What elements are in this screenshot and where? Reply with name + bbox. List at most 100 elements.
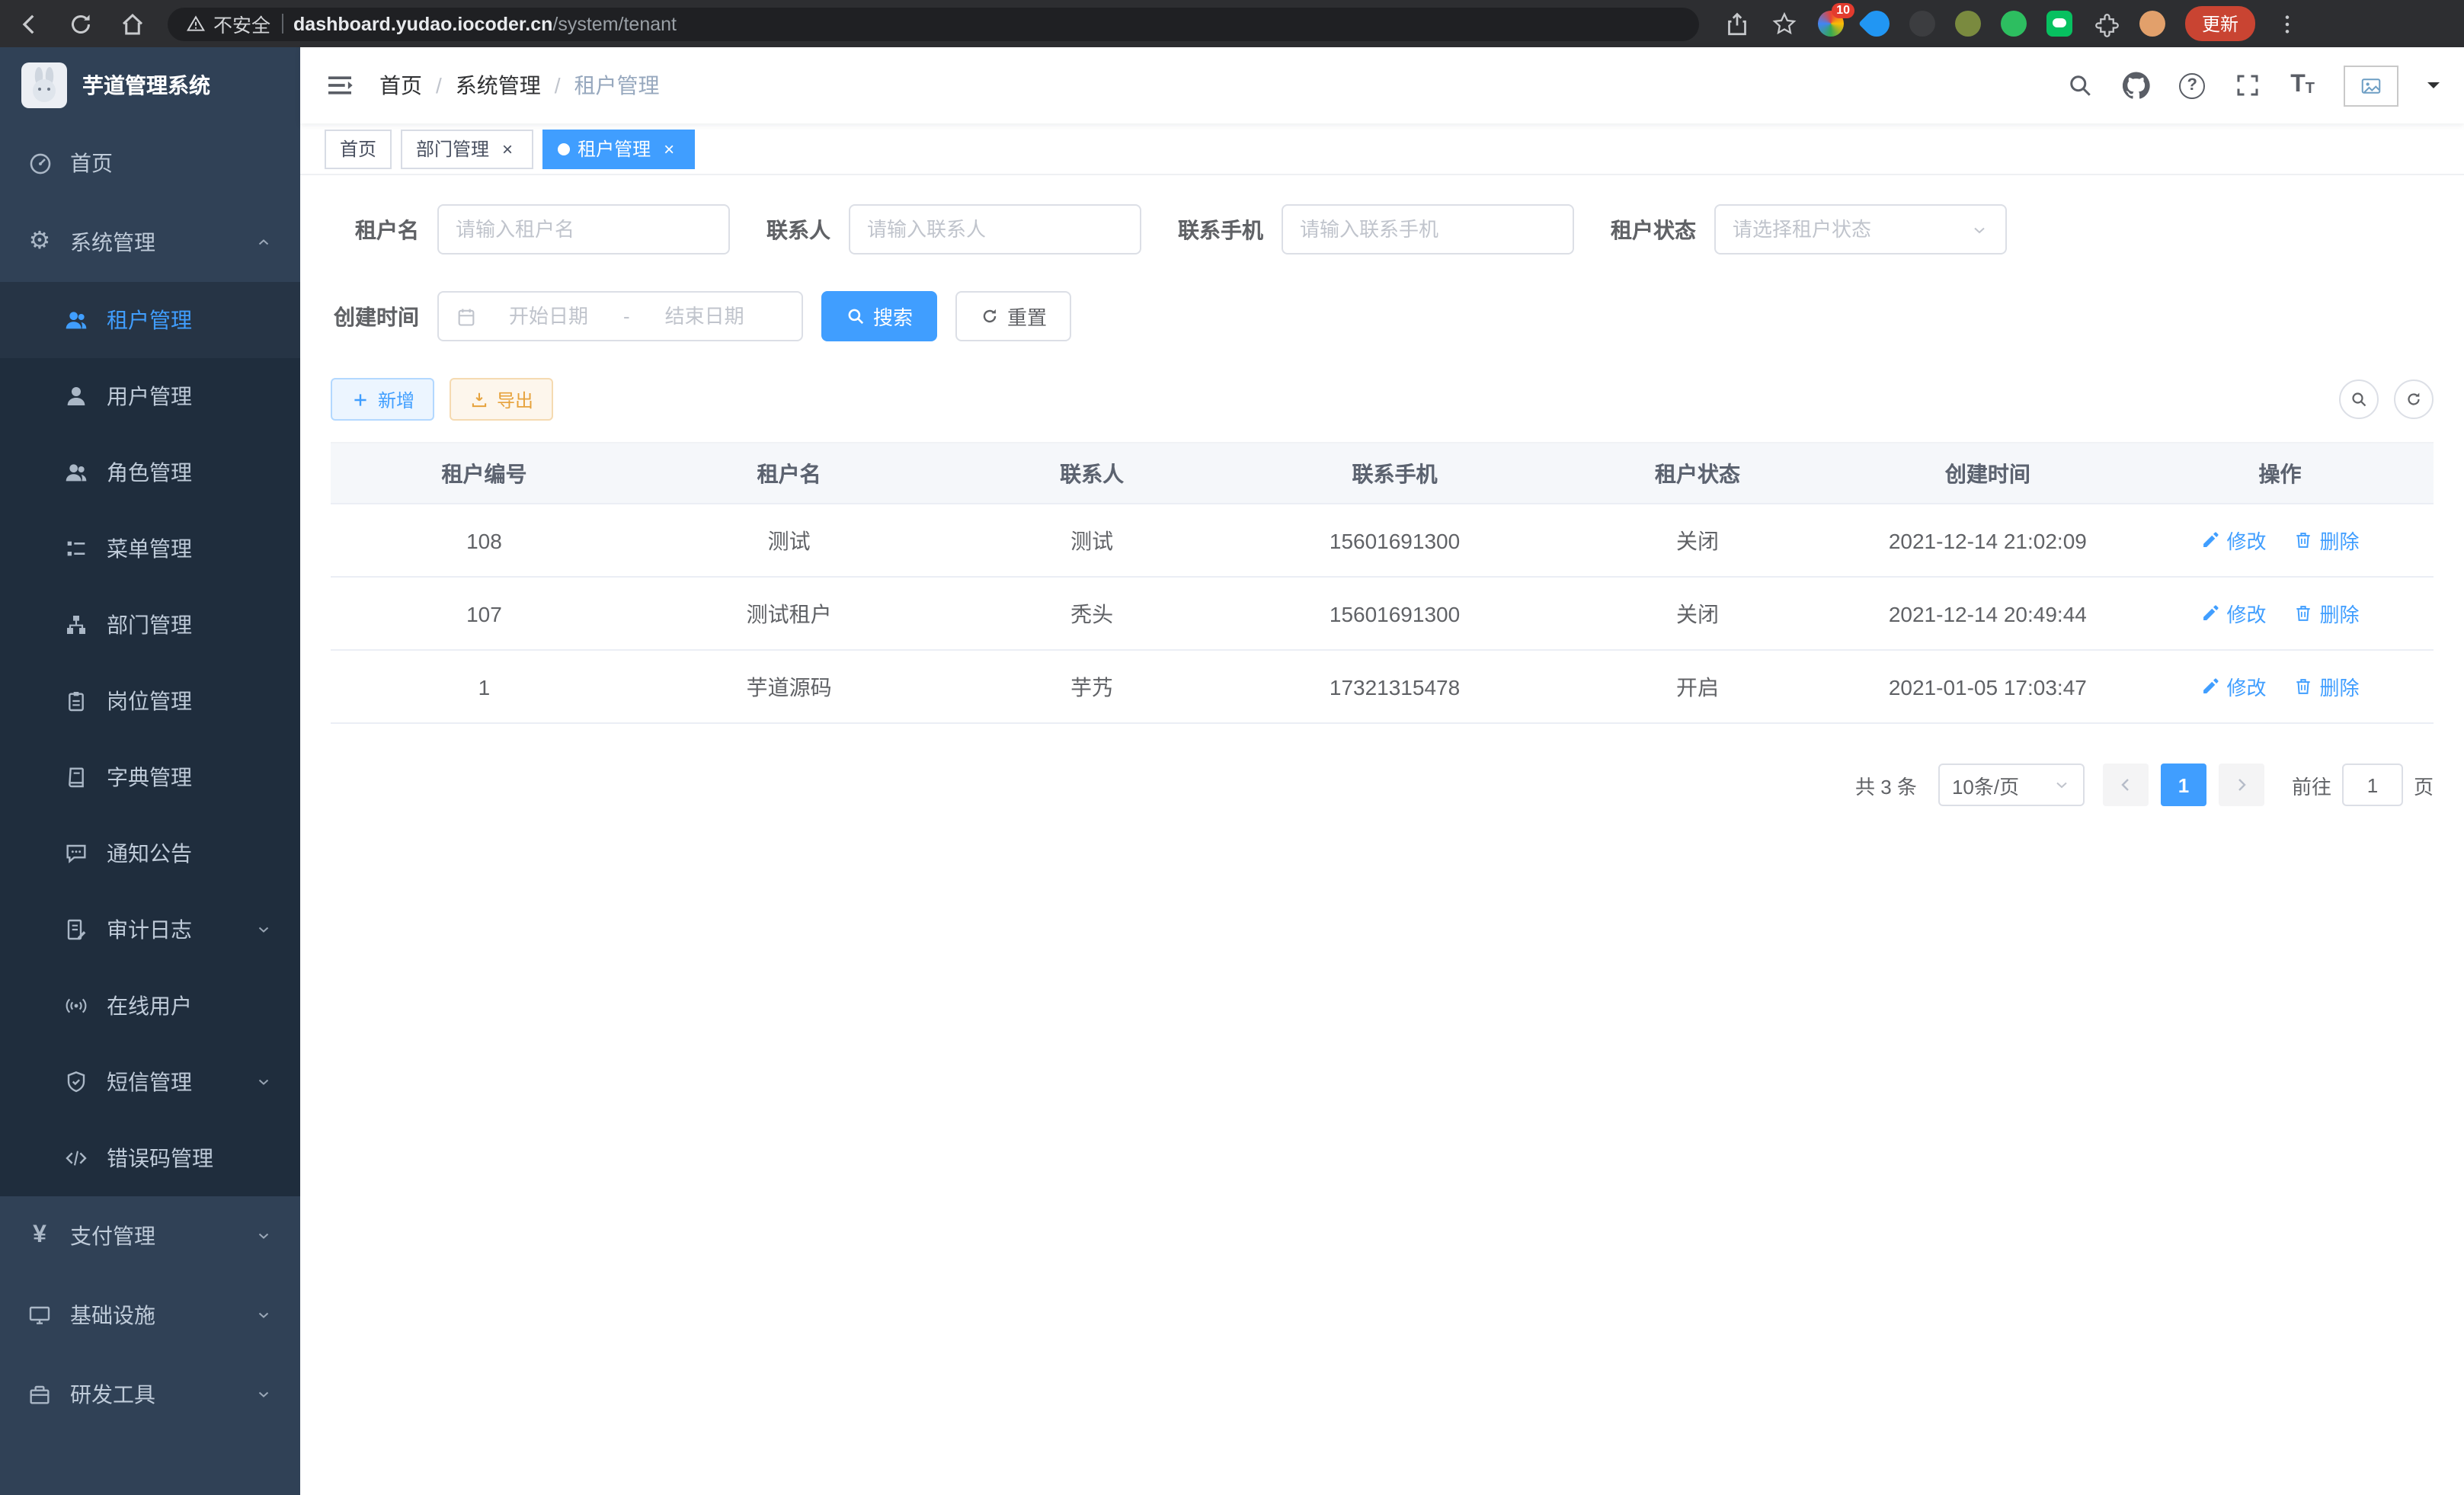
toggle-search-button[interactable]	[2339, 379, 2379, 419]
sidebar-item-post[interactable]: 岗位管理	[0, 663, 300, 739]
tab-tenant[interactable]: 租户管理	[542, 129, 695, 168]
role-icon	[62, 460, 90, 485]
security-indicator[interactable]: 不安全	[186, 9, 270, 38]
bookmark-star-icon[interactable]	[1771, 10, 1798, 37]
cell-tenant-name: 测试租户	[638, 577, 940, 650]
reload-icon[interactable]	[67, 10, 94, 37]
refresh-icon	[2405, 390, 2423, 408]
edit-label: 修改	[2226, 672, 2266, 701]
sidebar-item-user[interactable]: 用户管理	[0, 358, 300, 434]
colorful-extension-icon[interactable]: 10	[1818, 11, 1844, 37]
edit-button[interactable]: 修改	[2200, 526, 2266, 555]
phone-input[interactable]	[1300, 218, 1556, 241]
sidebar-item-label: 审计日志	[107, 914, 245, 945]
olive-extension-icon[interactable]	[1955, 11, 1981, 37]
contact-input[interactable]	[867, 218, 1123, 241]
sidebar-item-home[interactable]: 首页	[0, 123, 300, 203]
cell-phone: 17321315478	[1243, 650, 1546, 723]
blue-drop-extension-icon[interactable]	[1858, 5, 1895, 42]
tab-home[interactable]: 首页	[325, 129, 392, 168]
date-start-input[interactable]	[486, 305, 611, 328]
green-square-chat-extension-icon[interactable]	[2046, 11, 2072, 37]
search-icon[interactable]	[2066, 72, 2094, 99]
export-button[interactable]: 导出	[450, 378, 553, 421]
chevron-down-icon	[254, 1227, 273, 1245]
breadcrumb-item-home[interactable]: 首页	[379, 70, 422, 101]
sidebar-item-notice[interactable]: 通知公告	[0, 815, 300, 892]
status-select[interactable]	[1714, 204, 2007, 255]
delete-button[interactable]: 删除	[2294, 599, 2360, 628]
sidebar-item-system[interactable]: ⚙ 系统管理	[0, 203, 300, 282]
address-bar[interactable]: 不安全 dashboard.yudao.iocoder.cn/system/te…	[168, 7, 1699, 40]
dark-sphere-extension-icon[interactable]	[1909, 11, 1935, 37]
browser-menu-icon[interactable]	[2275, 11, 2299, 36]
delete-button[interactable]: 删除	[2294, 672, 2360, 701]
sidebar-item-auditlog[interactable]: 审计日志	[0, 892, 300, 968]
sidebar-item-label: 基础设施	[70, 1300, 245, 1330]
home-nav-icon[interactable]	[119, 10, 146, 37]
sidebar-item-menu[interactable]: 菜单管理	[0, 511, 300, 587]
sidebar-item-online-users[interactable]: 在线用户	[0, 968, 300, 1044]
code-icon	[62, 1146, 90, 1170]
sidebar-item-tenant[interactable]: 租户管理	[0, 282, 300, 358]
back-icon[interactable]	[15, 10, 43, 37]
search-button[interactable]: 搜索	[821, 291, 937, 341]
sidebar-item-dept[interactable]: 部门管理	[0, 587, 300, 663]
font-size-icon[interactable]	[2290, 73, 2315, 98]
reset-button[interactable]: 重置	[955, 291, 1071, 341]
sidebar-item-role[interactable]: 角色管理	[0, 434, 300, 511]
add-button[interactable]: 新增	[331, 378, 434, 421]
page-number-button[interactable]: 1	[2161, 764, 2206, 806]
share-icon[interactable]	[1723, 10, 1751, 37]
sidebar-item-payment[interactable]: ¥ 支付管理	[0, 1196, 300, 1276]
contact-label: 联系人	[766, 214, 849, 245]
tenant-name-input[interactable]	[456, 218, 712, 241]
pencil-icon	[2200, 677, 2220, 696]
sidebar-item-label: 在线用户	[107, 991, 273, 1021]
hamburger-icon[interactable]	[325, 70, 355, 101]
cell-actions: 修改删除	[2126, 650, 2434, 723]
refresh-table-button[interactable]	[2394, 379, 2434, 419]
close-icon[interactable]	[497, 138, 518, 159]
page-size-select[interactable]: 10条/页	[1938, 764, 2085, 806]
github-icon[interactable]	[2123, 72, 2150, 99]
edit-button[interactable]: 修改	[2200, 599, 2266, 628]
sidebar-item-devtools[interactable]: 研发工具	[0, 1355, 300, 1434]
puzzle-extensions-icon[interactable]	[2092, 10, 2120, 37]
status-select-input[interactable]	[1733, 218, 1961, 241]
breadcrumb-separator: /	[436, 73, 442, 98]
cell-contact: 测试	[940, 504, 1243, 577]
col-contact: 联系人	[940, 443, 1243, 504]
chevron-down-icon	[2053, 776, 2071, 794]
avatar-caret-icon[interactable]	[2427, 82, 2440, 94]
green-circle-extension-icon[interactable]	[2001, 11, 2027, 37]
delete-button[interactable]: 删除	[2294, 526, 2360, 555]
date-range-picker[interactable]: -	[437, 291, 803, 341]
app-title: 芋道管理系统	[82, 70, 210, 101]
edit-button[interactable]: 修改	[2200, 672, 2266, 701]
close-icon[interactable]	[658, 138, 680, 159]
sidebar-item-label: 菜单管理	[107, 533, 273, 564]
tab-dept[interactable]: 部门管理	[401, 129, 533, 168]
help-icon[interactable]	[2179, 72, 2205, 98]
next-page-button[interactable]	[2219, 764, 2264, 806]
filter-create-time: 创建时间 -	[331, 291, 803, 341]
goto-page-input[interactable]	[2342, 764, 2403, 806]
date-end-input[interactable]	[642, 305, 767, 328]
prev-page-button[interactable]	[2103, 764, 2149, 806]
chrome-update-button[interactable]: 更新	[2185, 6, 2255, 41]
breadcrumb-item-system[interactable]: 系统管理	[456, 70, 541, 101]
active-dot-icon	[558, 142, 570, 155]
sidebar-item-sms[interactable]: 短信管理	[0, 1044, 300, 1120]
chevron-down-icon	[1970, 220, 1989, 238]
fullscreen-icon[interactable]	[2234, 72, 2261, 99]
cell-created: 2021-12-14 21:02:09	[1849, 504, 2126, 577]
plus-icon	[350, 389, 370, 409]
avatar[interactable]	[2344, 65, 2398, 106]
sidebar-item-dict[interactable]: 字典管理	[0, 739, 300, 815]
profile-avatar-icon[interactable]	[2139, 11, 2165, 37]
sidebar-item-errorcode[interactable]: 错误码管理	[0, 1120, 300, 1196]
sidebar-item-infra[interactable]: 基础设施	[0, 1276, 300, 1355]
cell-contact: 秃头	[940, 577, 1243, 650]
app-logo[interactable]: 芋道管理系统	[0, 47, 300, 123]
